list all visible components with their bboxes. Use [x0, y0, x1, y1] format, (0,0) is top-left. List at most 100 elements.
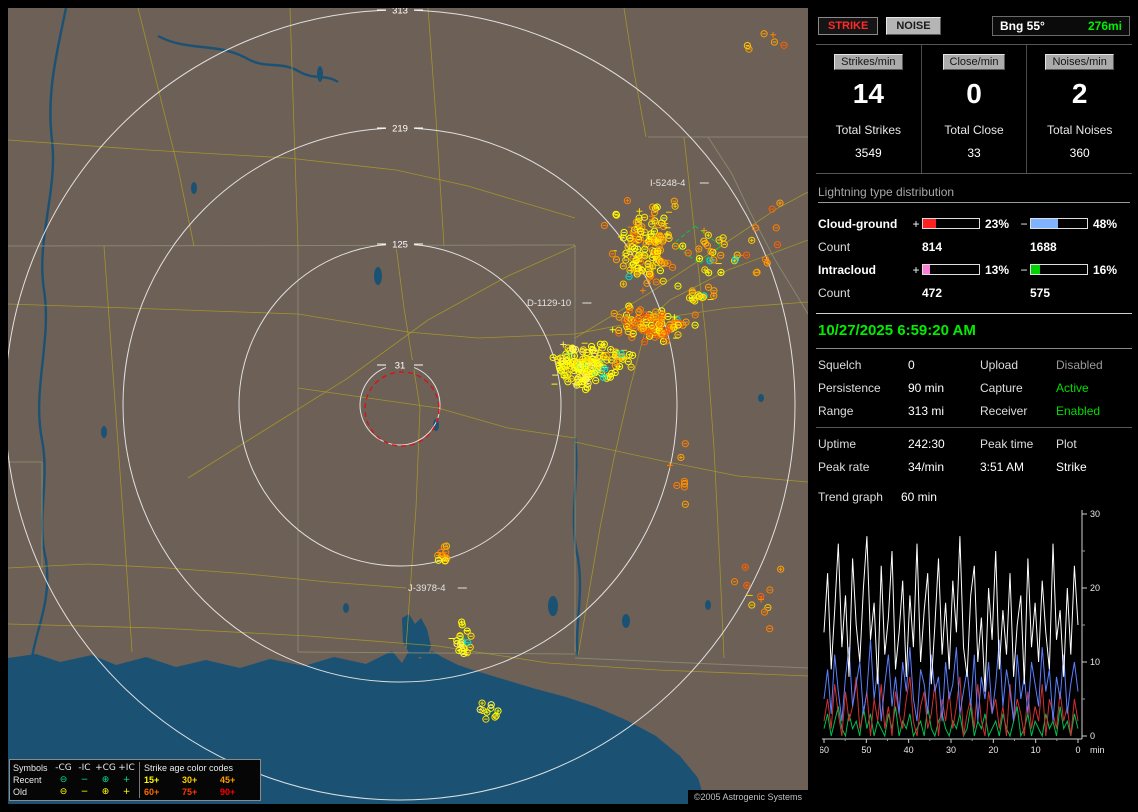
legend-old-label: Old: [13, 787, 28, 797]
total-strikes-label: Total Strikes: [835, 123, 902, 137]
svg-text:40: 40: [904, 745, 914, 755]
legend-header-pos-ic: +IC: [118, 763, 135, 773]
squelch-value: 0: [908, 358, 915, 372]
ic-plus-pct: 13%: [985, 262, 1010, 277]
age-code: 30+: [182, 775, 198, 785]
noise-toggle-button[interactable]: NOISE: [886, 17, 941, 35]
plus-sign: +: [912, 216, 920, 231]
legend-age-section: Strike age color codes 15+ 30+ 45+ 60+ 7…: [140, 762, 258, 798]
age-code: 90+: [220, 787, 236, 797]
strike-legend: Symbols -CG -IC +CG +IC Recent ⊖ − ⊕ + O…: [9, 759, 261, 801]
intracloud-row: Intracloud + 13% − 16%: [818, 258, 1130, 281]
total-close-value: 33: [967, 146, 981, 160]
capture-label: Capture: [980, 381, 1023, 395]
receiver-value: Enabled: [1056, 404, 1101, 418]
svg-text:min: min: [1090, 745, 1105, 755]
trend-graph: 0 10 20 30 60 50 40 30 20 10 0 min: [820, 508, 1122, 762]
svg-text:219: 219: [392, 124, 408, 135]
cg-plus-pct: 23%: [985, 216, 1010, 231]
legend-header-pos-cg: +CG: [95, 763, 116, 773]
capture-value: Active: [1056, 381, 1089, 395]
uptime-label: Uptime: [818, 437, 857, 451]
minus-sign: −: [1020, 262, 1028, 277]
age-code: 45+: [220, 775, 236, 785]
noises-column: Noises/min 2 Total Noises 360: [1026, 45, 1132, 173]
svg-text:30: 30: [946, 745, 956, 755]
cg-minus-count: 1688: [1030, 239, 1057, 254]
persistence-label: Persistence: [818, 381, 881, 395]
squelch-label: Squelch: [818, 358, 862, 372]
intracloud-label: Intracloud: [818, 262, 877, 277]
plus-sign: +: [912, 262, 920, 277]
circle-plus-icon: ⊕: [101, 787, 110, 797]
receiver-status-grid: Squelch 0 Upload Disabled Persistence 90…: [816, 349, 1132, 428]
panel-topbar: STRIKE NOISE Bng 55° 276mi: [816, 8, 1132, 45]
noises-rate: 2: [1071, 78, 1088, 109]
upload-value: Disabled: [1056, 358, 1103, 372]
strikes-rate: 14: [852, 78, 884, 109]
legend-header-neg-cg: -CG: [55, 763, 72, 773]
plus-icon: +: [122, 775, 131, 785]
close-per-min-badge: Close/min: [942, 54, 1006, 70]
intracloud-count-row: Count 472 575: [818, 281, 1130, 304]
legend-header-symbols: Symbols: [13, 763, 48, 773]
svg-text:31: 31: [395, 361, 406, 372]
trend-graph-header: Trend graph 60 min: [816, 483, 1132, 508]
circle-minus-icon: ⊖: [59, 787, 68, 797]
noises-per-min-badge: Noises/min: [1045, 54, 1114, 70]
legend-header-neg-ic: -IC: [78, 763, 91, 773]
minus-icon: −: [80, 775, 89, 785]
svg-text:313: 313: [392, 8, 408, 17]
cloud-ground-row: Cloud-ground + 23% − 48%: [818, 212, 1130, 235]
bearing-display: Bng 55° 276mi: [992, 16, 1130, 36]
ic-minus-count: 575: [1030, 285, 1051, 300]
svg-text:J-3978-4: J-3978-4: [408, 583, 446, 594]
strikes-column: Strikes/min 14 Total Strikes 3549: [816, 45, 921, 173]
plot-label: Plot: [1056, 437, 1077, 451]
trend-graph-label: Trend graph: [818, 490, 883, 504]
circle-plus-icon: ⊕: [101, 775, 110, 785]
distribution-title: Lightning type distribution: [818, 185, 1130, 203]
cg-minus-bar: [1030, 218, 1088, 229]
ic-minus-bar: [1030, 264, 1088, 275]
total-noises-value: 360: [1069, 146, 1090, 160]
copyright-notice: ©2005 Astrogenic Systems: [687, 790, 808, 804]
total-close-label: Total Close: [944, 123, 1004, 137]
svg-text:D-1129-10: D-1129-10: [527, 298, 571, 309]
legend-symbols-section: Symbols -CG -IC +CG +IC Recent ⊖ − ⊕ + O…: [13, 762, 140, 798]
peak-time-label: Peak time: [980, 437, 1034, 451]
plus-icon: +: [122, 787, 131, 797]
cg-plus-count: 814: [922, 239, 943, 254]
cg-plus-bar: [922, 218, 980, 229]
cloud-ground-count-row: Count 814 1688: [818, 235, 1130, 258]
bearing-range: 276mi: [1087, 19, 1122, 33]
strikes-per-min-badge: Strikes/min: [834, 54, 903, 70]
upload-label: Upload: [980, 358, 1019, 372]
total-noises-label: Total Noises: [1046, 123, 1113, 137]
strike-toggle-button[interactable]: STRIKE: [818, 17, 879, 35]
app-window: 313 219 125 31 I-5248-4 D-1129-10 J-3978-4 Sym…: [0, 0, 1138, 812]
age-code: 75+: [182, 787, 198, 797]
legend-age-header: Strike age color codes: [144, 763, 234, 773]
count-label: Count: [818, 285, 851, 300]
ic-plus-count: 472: [922, 285, 943, 300]
ic-plus-bar: [922, 264, 980, 275]
total-strikes-value: 3549: [854, 146, 882, 160]
lightning-distribution: Lightning type distribution Cloud-ground…: [816, 174, 1132, 314]
circle-minus-icon: ⊖: [59, 775, 68, 785]
lightning-map[interactable]: 313 219 125 31 I-5248-4 D-1129-10 J-3978-4 Sym…: [8, 8, 808, 804]
cg-minus-pct: 48%: [1093, 216, 1118, 231]
close-column: Close/min 0 Total Close 33: [920, 45, 1027, 173]
svg-text:50: 50: [861, 745, 871, 755]
svg-text:60: 60: [820, 745, 829, 755]
svg-text:10: 10: [1090, 657, 1100, 667]
legend-recent-label: Recent: [13, 775, 42, 785]
age-code: 60+: [144, 787, 160, 797]
rate-stats: Strikes/min 14 Total Strikes 3549 Close/…: [816, 45, 1132, 174]
receiver-label: Receiver: [980, 404, 1028, 418]
svg-text:0: 0: [1075, 745, 1080, 755]
count-label: Count: [818, 239, 851, 254]
svg-text:30: 30: [1090, 509, 1100, 519]
svg-text:0: 0: [1090, 731, 1095, 741]
ic-minus-pct: 16%: [1093, 262, 1118, 277]
